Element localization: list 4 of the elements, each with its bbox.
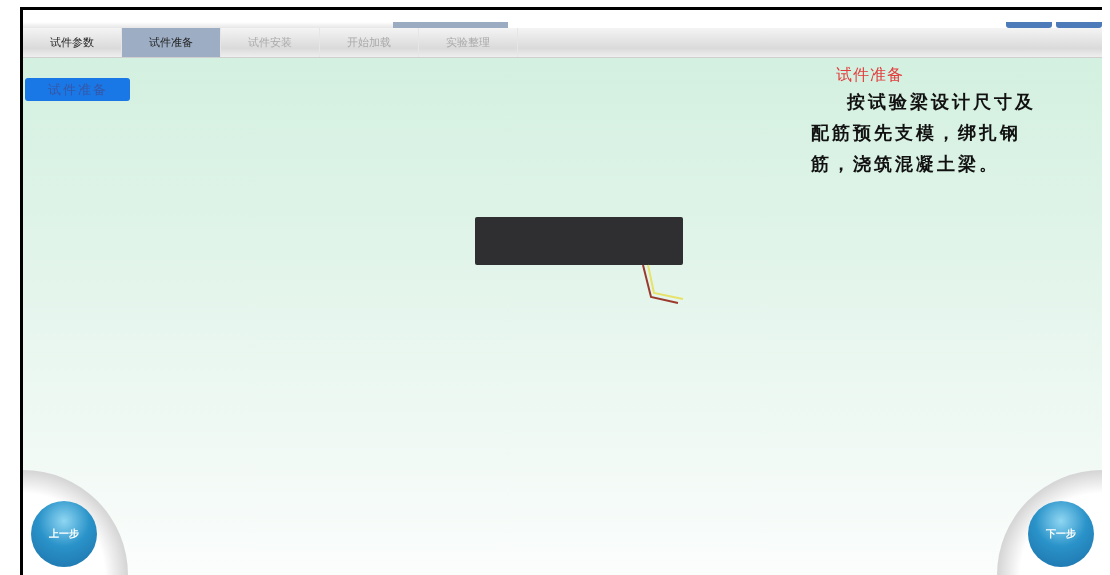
info-text: 按试验梁设计尺寸及配筋预先支模，绑扎钢筋，浇筑混凝土梁。 — [811, 90, 1037, 176]
tab[interactable]: 试件准备 — [122, 28, 221, 57]
info-title: 试件准备 — [836, 65, 904, 86]
step-label: 试件准备 — [25, 78, 130, 101]
